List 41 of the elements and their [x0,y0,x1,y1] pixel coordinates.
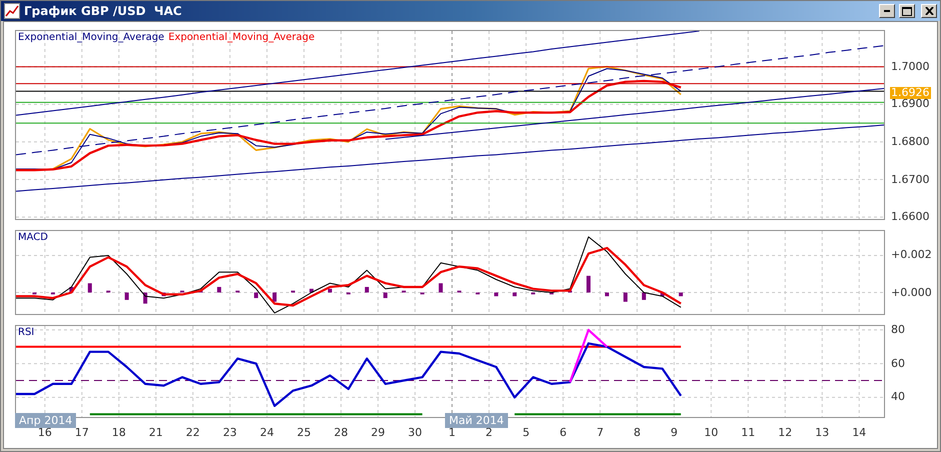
date-label: 14 [852,426,866,439]
legend-label: Exponential_Moving_Average [168,32,315,43]
axis-label: 1.7000 [891,60,930,73]
date-label: 18 [112,426,126,439]
axis-label: 1.6600 [891,211,930,224]
date-label: 28 [334,426,348,439]
axis-label: +0.002 [891,249,932,262]
month-badge: Май 2014 [445,413,508,428]
date-label: 6 [560,426,567,439]
date-label: 30 [408,426,422,439]
axis-label: 80 [891,324,905,336]
date-label: 23 [222,426,237,439]
date-label: 13 [815,426,830,439]
axis-label: 1.6800 [891,136,930,148]
date-label: 25 [296,426,311,439]
date-label: 21 [148,426,163,439]
axis-label: 1.6900 [891,98,930,110]
indicator-title: MACD [18,232,48,243]
date-label: 1 [448,426,456,439]
date-label: 17 [74,426,89,439]
price-tag: 1.6926 [890,86,930,99]
date-label: 5 [522,426,530,439]
axis-label: 40 [891,391,905,404]
legend-label: Exponential_Moving_Average [18,32,164,43]
window-title: График GBP /USD ЧАС [24,4,183,18]
axis-label: 60 [891,358,905,370]
month-badge: Апр 2014 [15,413,76,428]
date-label: 2 [486,426,493,439]
date-label: 29 [371,426,385,439]
date-label: 24 [260,426,274,439]
date-label: 22 [186,426,200,439]
axis-label: 1.6700 [891,174,930,186]
date-label: 9 [670,426,678,439]
date-label: 7 [596,426,604,439]
date-label: 10 [704,426,718,439]
date-label: 8 [634,426,641,439]
date-label: 11 [741,426,756,439]
date-label: 16 [38,426,52,439]
axis-label: +0.000 [891,286,932,298]
date-label: 12 [778,426,792,439]
indicator-title: RSI [18,327,34,338]
